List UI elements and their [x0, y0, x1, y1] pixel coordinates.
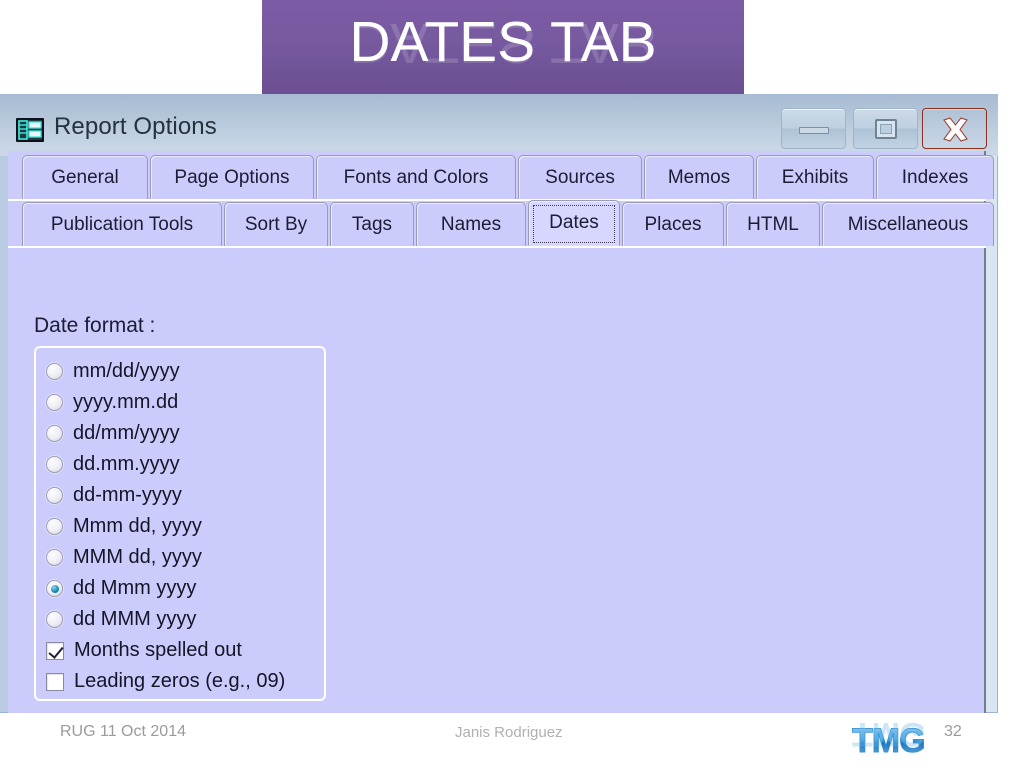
tab-label: Tags: [351, 213, 393, 235]
tab-general[interactable]: General: [22, 155, 148, 199]
tab-label: Sort By: [244, 213, 308, 235]
slide-title-reflection: DATES TAB: [349, 11, 657, 75]
tab-label: Indexes: [901, 166, 969, 188]
tab-indexes[interactable]: Indexes: [876, 155, 994, 199]
slide-title-banner: DATES TAB DATES TAB: [262, 0, 744, 94]
radio-icon[interactable]: [46, 363, 63, 380]
date-format-option[interactable]: dd MMM yyyy: [46, 604, 196, 635]
tab-sources[interactable]: Sources: [518, 155, 642, 199]
checkbox-icon[interactable]: [46, 641, 64, 660]
close-button[interactable]: [922, 108, 987, 149]
tab-label: HTML: [747, 213, 799, 235]
tab-page-options[interactable]: Page Options: [150, 155, 314, 199]
tab-sort-by[interactable]: Sort By: [224, 202, 328, 246]
radio-icon[interactable]: [46, 611, 63, 628]
tab-exhibits[interactable]: Exhibits: [756, 155, 874, 199]
tab-label: Page Options: [174, 166, 290, 188]
date-format-option[interactable]: mm/dd/yyyy: [46, 356, 180, 387]
footer-left-text: RUG 11 Oct 2014: [60, 723, 186, 740]
date-format-option-label: Mmm dd, yyyy: [73, 515, 202, 537]
tab-label: Names: [440, 213, 502, 235]
tab-label: Exhibits: [781, 166, 849, 188]
tab-label: Miscellaneous: [847, 213, 969, 235]
radio-icon[interactable]: [46, 518, 63, 535]
date-option-checkbox-label: Leading zeros (e.g., 09): [74, 670, 286, 692]
date-format-option[interactable]: dd-mm-yyyy: [46, 480, 182, 511]
date-format-label: Date format :: [34, 314, 156, 337]
tmg-logo-reflection: TMG: [852, 722, 925, 753]
tab-places[interactable]: Places: [622, 202, 724, 246]
date-format-option-label: dd.mm.yyyy: [73, 453, 180, 475]
radio-icon[interactable]: [46, 456, 63, 473]
date-format-option-label: dd Mmm yyyy: [73, 577, 197, 599]
dates-tab-pane: Date format : mm/dd/yyyy yyyy.mm.dd dd/mm/…: [10, 248, 984, 706]
tab-row-primary-underline: [8, 199, 986, 201]
date-format-groupbox: mm/dd/yyyy yyyy.mm.dd dd/mm/yyyy dd.mm.yyyy…: [34, 346, 326, 701]
report-grid-icon: [15, 115, 45, 145]
date-format-option-label: dd/mm/yyyy: [73, 422, 180, 444]
checkbox-icon[interactable]: [46, 672, 64, 691]
tab-miscellaneous[interactable]: Miscellaneous: [822, 202, 994, 246]
date-format-option[interactable]: dd.mm.yyyy: [46, 449, 180, 480]
tab-names[interactable]: Names: [416, 202, 526, 246]
radio-icon[interactable]: [46, 425, 63, 442]
date-format-option[interactable]: dd Mmm yyyy: [46, 573, 196, 604]
tab-html[interactable]: HTML: [726, 202, 820, 246]
date-format-option-label: MMM dd, yyyy: [73, 546, 202, 568]
tab-memos[interactable]: Memos: [644, 155, 754, 199]
tab-fonts-and-colors[interactable]: Fonts and Colors: [316, 155, 516, 199]
date-format-option-label: yyyy.mm.dd: [73, 391, 179, 413]
tab-tags[interactable]: Tags: [330, 202, 414, 246]
tab-label: Fonts and Colors: [343, 166, 489, 188]
date-format-option[interactable]: yyyy.mm.dd: [46, 387, 178, 418]
date-format-option-label: dd-mm-yyyy: [73, 484, 182, 506]
tab-label: General: [51, 166, 119, 188]
maximize-icon: [875, 119, 897, 139]
radio-icon[interactable]: [46, 394, 63, 411]
date-format-option[interactable]: Mmm dd, yyyy: [46, 511, 202, 542]
tab-publication-tools[interactable]: Publication Tools: [22, 202, 222, 246]
date-option-checkbox-label: Months spelled out: [74, 639, 242, 661]
tab-dates[interactable]: Dates: [528, 200, 620, 246]
footer-author: Janis Rodriguez: [455, 724, 563, 741]
date-option-checkbox-row[interactable]: Leading zeros (e.g., 09): [46, 666, 285, 697]
radio-icon[interactable]: [46, 487, 63, 504]
footer-page-number: 32: [944, 723, 962, 740]
date-format-option[interactable]: dd/mm/yyyy: [46, 418, 180, 449]
maximize-button[interactable]: [853, 108, 918, 149]
window-title: Report Options: [54, 113, 217, 140]
date-option-checkbox-row[interactable]: Months spelled out: [46, 635, 242, 666]
close-icon: [943, 117, 968, 142]
slide-canvas: DATES TAB DATES TAB Report Options Gener…: [0, 0, 1024, 768]
date-format-option-label: dd MMM yyyy: [73, 608, 197, 630]
date-format-option-label: mm/dd/yyyy: [73, 360, 180, 382]
tmg-logo: TMG TMG: [852, 722, 936, 768]
radio-icon[interactable]: [46, 580, 63, 597]
tab-label: Publication Tools: [50, 213, 194, 235]
tab-label: Memos: [667, 166, 731, 188]
date-format-option[interactable]: MMM dd, yyyy: [46, 542, 202, 573]
tab-label: Places: [644, 213, 702, 235]
tab-label: Dates: [549, 212, 599, 233]
minimize-button[interactable]: [781, 108, 846, 149]
radio-icon[interactable]: [46, 549, 63, 566]
tab-label: Sources: [545, 166, 615, 188]
minimize-icon: [799, 127, 829, 134]
